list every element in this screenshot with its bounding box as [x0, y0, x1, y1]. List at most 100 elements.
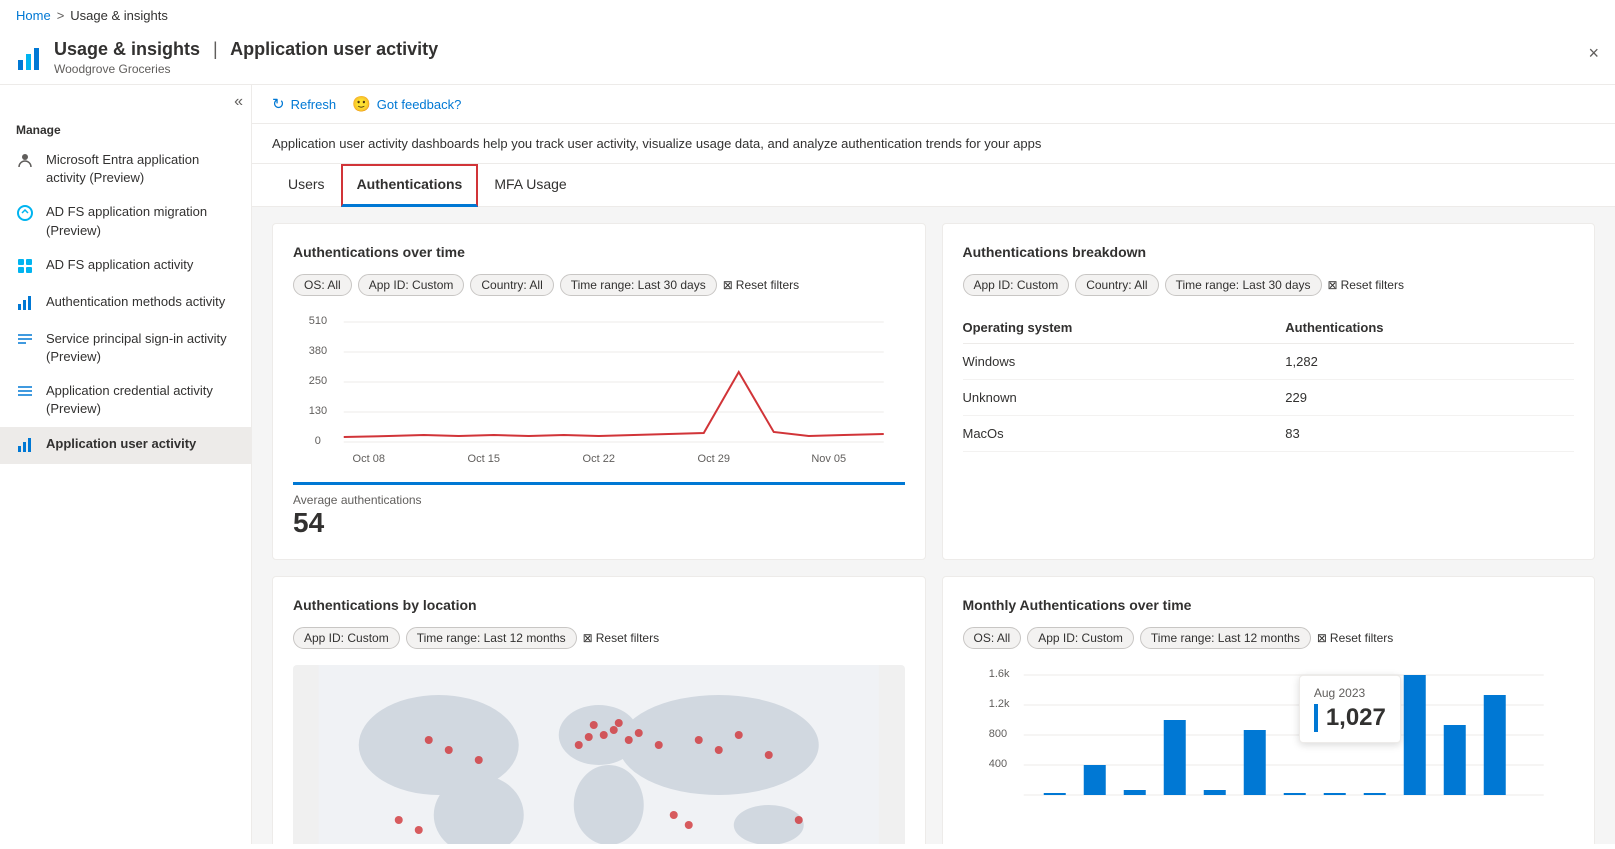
avg-auth-label: Average authentications [293, 493, 905, 507]
line-chart-container: 510 380 250 130 0 Oct 0 [293, 312, 905, 472]
reset-icon-3: ⊠ [583, 631, 593, 645]
map-svg [293, 665, 905, 844]
sidebar-item-ms-entra-label: Microsoft Entra application activity (Pr… [46, 151, 235, 187]
monthly-auth-title: Monthly Authentications over time [963, 597, 1575, 613]
toolbar: ↻ Refresh 🙂 Got feedback? [252, 85, 1615, 124]
auth-breakdown-title: Authentications breakdown [963, 244, 1575, 260]
cards-grid: Authentications over time OS: All App ID… [252, 207, 1615, 844]
auth-breakdown-table: Operating system Authentications Windows… [963, 312, 1575, 452]
table-row: MacOs 83 [963, 416, 1575, 452]
breadcrumb-current: Usage & insights [70, 8, 168, 23]
sidebar-item-app-user-activity-label: Application user activity [46, 435, 235, 453]
filter-os[interactable]: OS: All [293, 274, 352, 296]
sidebar-item-adfs-migration[interactable]: AD FS application migration (Preview) [0, 195, 251, 247]
sidebar-item-auth-methods-label: Authentication methods activity [46, 293, 235, 311]
person-icon [16, 152, 36, 172]
reset-filters-button-1[interactable]: ⊠ Reset filters [723, 278, 799, 292]
list-icon [16, 331, 36, 351]
svg-text:400: 400 [988, 758, 1006, 770]
breadcrumb-sep: > [57, 8, 65, 23]
svg-text:250: 250 [309, 375, 327, 387]
table-row: Windows 1,282 [963, 344, 1575, 380]
auth-over-time-filters: OS: All App ID: Custom Country: All Time… [293, 274, 905, 296]
filter-country[interactable]: Country: All [470, 274, 553, 296]
feedback-button[interactable]: 🙂 Got feedback? [352, 95, 461, 113]
sidebar-item-app-credential-label: Application credential activity (Preview… [46, 382, 235, 418]
col-os: Operating system [963, 312, 1286, 344]
bar-chart-icon [16, 294, 36, 314]
avg-auth-section: Average authentications 54 [293, 482, 905, 539]
reset-filters-button-2[interactable]: ⊠ Reset filters [1328, 278, 1404, 292]
feedback-label: Got feedback? [377, 97, 462, 112]
world-map [293, 665, 905, 844]
sidebar-item-service-principal-label: Service principal sign-in activity (Prev… [46, 330, 235, 366]
sidebar-item-ms-entra[interactable]: Microsoft Entra application activity (Pr… [0, 143, 251, 195]
auth-by-location-title: Authentications by location [293, 597, 905, 613]
filter-country-2[interactable]: Country: All [1075, 274, 1158, 296]
auth-breakdown-filters: App ID: Custom Country: All Time range: … [963, 274, 1575, 296]
reset-filters-button-4[interactable]: ⊠ Reset filters [1317, 631, 1393, 645]
tab-users[interactable]: Users [272, 164, 341, 207]
filter-app-id-3[interactable]: App ID: Custom [293, 627, 400, 649]
sidebar-item-adfs-activity[interactable]: AD FS application activity [0, 248, 251, 285]
svg-text:800: 800 [988, 728, 1006, 740]
feedback-icon: 🙂 [352, 95, 371, 113]
arrow-sync-icon [16, 204, 36, 224]
filter-time-range-4[interactable]: Time range: Last 12 months [1140, 627, 1311, 649]
page-title: Usage & insights | Application user acti… [54, 39, 438, 60]
svg-text:Oct 08: Oct 08 [353, 453, 385, 465]
tab-bar: Users Authentications MFA Usage [252, 164, 1615, 207]
description-bar: Application user activity dashboards hel… [252, 124, 1615, 164]
filter-time-range[interactable]: Time range: Last 30 days [560, 274, 717, 296]
filter-time-range-3[interactable]: Time range: Last 12 months [406, 627, 577, 649]
tab-mfa-usage-label: MFA Usage [494, 176, 566, 192]
org-name: Woodgrove Groceries [54, 62, 438, 76]
tab-mfa-usage[interactable]: MFA Usage [478, 164, 582, 207]
auth-by-location-card: Authentications by location App ID: Cust… [272, 576, 926, 844]
svg-text:Oct 29: Oct 29 [698, 453, 730, 465]
sidebar-collapse-button[interactable]: « [234, 93, 243, 111]
os-unknown: Unknown [963, 380, 1286, 416]
sidebar-item-adfs-migration-label: AD FS application migration (Preview) [46, 203, 235, 239]
monthly-auth-card: Monthly Authentications over time OS: Al… [942, 576, 1596, 844]
reset-icon-2: ⊠ [1328, 278, 1338, 292]
filter-app-id-4[interactable]: App ID: Custom [1027, 627, 1134, 649]
filter-os-4[interactable]: OS: All [963, 627, 1022, 649]
filter-time-range-2[interactable]: Time range: Last 30 days [1165, 274, 1322, 296]
svg-text:1.6k: 1.6k [988, 668, 1009, 680]
tab-authentications[interactable]: Authentications [341, 164, 479, 207]
app-icon [16, 44, 44, 72]
sidebar-item-auth-methods[interactable]: Authentication methods activity [0, 285, 251, 322]
close-button[interactable]: × [1588, 43, 1599, 64]
reset-filters-button-3[interactable]: ⊠ Reset filters [583, 631, 659, 645]
filter-app-id-2[interactable]: App ID: Custom [963, 274, 1070, 296]
sidebar-item-adfs-activity-label: AD FS application activity [46, 256, 235, 274]
bar-chart-container: 1.6k 1.2k 800 400 [963, 665, 1575, 825]
svg-text:1.2k: 1.2k [988, 698, 1009, 710]
svg-text:Oct 15: Oct 15 [468, 453, 500, 465]
sidebar-item-app-credential[interactable]: Application credential activity (Preview… [0, 374, 251, 426]
description-text: Application user activity dashboards hel… [272, 136, 1041, 151]
svg-text:0: 0 [315, 435, 321, 447]
refresh-button[interactable]: ↻ Refresh [272, 95, 336, 113]
os-windows: Windows [963, 344, 1286, 380]
reset-icon-1: ⊠ [723, 278, 733, 292]
main-content: ↻ Refresh 🙂 Got feedback? Application us… [252, 85, 1615, 844]
auth-by-location-filters: App ID: Custom Time range: Last 12 month… [293, 627, 905, 649]
bar-chart-svg: 1.6k 1.2k 800 400 [963, 665, 1575, 825]
filter-app-id[interactable]: App ID: Custom [358, 274, 465, 296]
page-header: Usage & insights | Application user acti… [0, 31, 1615, 85]
sidebar-item-service-principal[interactable]: Service principal sign-in activity (Prev… [0, 322, 251, 374]
line-chart-svg: 510 380 250 130 0 Oct 0 [293, 312, 905, 472]
count-unknown: 229 [1285, 380, 1574, 416]
monthly-auth-filters: OS: All App ID: Custom Time range: Last … [963, 627, 1575, 649]
sidebar: « Manage Microsoft Entra application act… [0, 85, 252, 844]
apps-icon [16, 257, 36, 277]
svg-text:Oct 22: Oct 22 [583, 453, 615, 465]
bar-chart-blue-icon [16, 436, 36, 456]
refresh-label: Refresh [291, 97, 337, 112]
sidebar-item-app-user-activity[interactable]: Application user activity [0, 427, 251, 464]
breadcrumb-home[interactable]: Home [16, 8, 51, 23]
refresh-icon: ↻ [272, 95, 285, 113]
avg-auth-value: 54 [293, 507, 905, 539]
